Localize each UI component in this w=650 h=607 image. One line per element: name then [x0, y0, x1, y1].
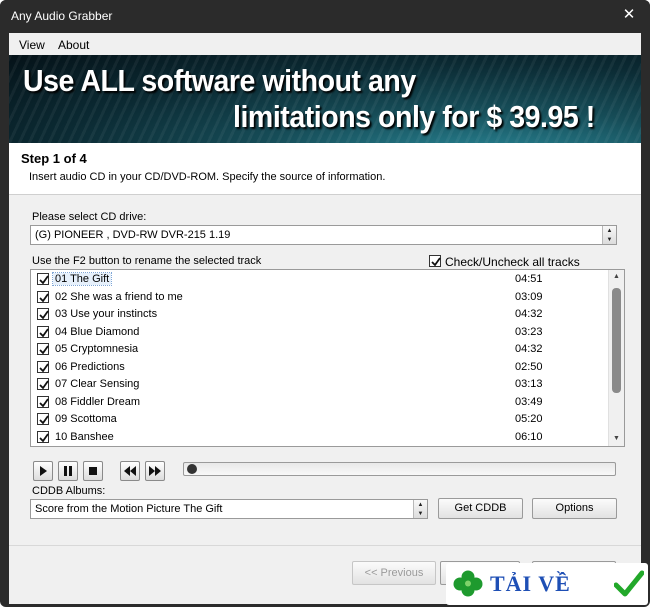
checkmark-icon — [614, 570, 644, 597]
track-row[interactable]: 04 Blue Diamond 03:23 — [31, 324, 609, 342]
track-checkbox[interactable] — [37, 395, 49, 408]
track-row[interactable]: 02 She was a friend to me 03:09 — [31, 289, 609, 307]
cddb-label: CDDB Albums: — [32, 485, 106, 497]
seek-slider[interactable] — [183, 462, 616, 476]
watermark: TẢI VỀ — [446, 563, 648, 605]
track-row[interactable]: 09 Scottoma 05:20 — [31, 411, 609, 429]
check-all-checkbox[interactable] — [429, 255, 441, 267]
track-row[interactable]: 08 Fiddler Dream 03:49 — [31, 394, 609, 412]
menu-about[interactable]: About — [58, 38, 89, 52]
track-checkbox[interactable] — [37, 430, 49, 443]
pause-icon — [64, 466, 72, 476]
fast-forward-icon — [149, 466, 161, 476]
track-duration: 04:32 — [515, 308, 543, 320]
banner-headline: Use ALL software without any — [23, 63, 416, 98]
spin-arrows-icon[interactable]: ▲ ▼ — [602, 226, 616, 244]
close-icon[interactable]: ✕ — [621, 7, 637, 23]
track-checkbox[interactable] — [37, 273, 49, 285]
track-duration: 06:10 — [515, 430, 543, 443]
track-duration: 04:32 — [515, 343, 543, 355]
track-name[interactable]: 06 Predictions — [55, 361, 125, 373]
client-area: View About Use ALL software without any … — [9, 33, 641, 604]
drive-select-value: (G) PIONEER , DVD-RW DVR-215 1.19 — [35, 229, 231, 241]
track-name[interactable]: 03 Use your instincts — [55, 308, 157, 320]
get-cddb-button[interactable]: Get CDDB — [438, 498, 523, 519]
menu-bar: View About — [9, 33, 641, 55]
track-checkbox[interactable] — [37, 290, 49, 303]
track-row[interactable]: 03 Use your instincts 04:32 — [31, 306, 609, 324]
window-title: Any Audio Grabber — [11, 9, 113, 23]
next-track-button[interactable] — [145, 461, 165, 481]
track-checkbox[interactable] — [37, 360, 49, 373]
cddb-album-value: Score from the Motion Picture The Gift — [35, 503, 223, 515]
play-icon — [40, 466, 47, 476]
track-duration: 03:23 — [515, 325, 543, 338]
watermark-text: TẢI VỀ — [490, 571, 571, 596]
track-duration: 02:50 — [515, 360, 543, 373]
previous-track-button[interactable] — [120, 461, 140, 481]
track-checkbox[interactable] — [37, 308, 49, 320]
menu-view[interactable]: View — [19, 38, 45, 52]
track-checkbox[interactable] — [37, 413, 49, 425]
app-window: Any Audio Grabber ✕ View About Use ALL s… — [0, 0, 650, 607]
scroll-up-icon[interactable]: ▲ — [609, 270, 624, 284]
track-duration: 03:13 — [515, 378, 543, 390]
step-header: Step 1 of 4 Insert audio CD in your CD/D… — [9, 143, 641, 195]
track-name[interactable]: 02 She was a friend to me — [55, 291, 183, 303]
track-name[interactable]: 07 Clear Sensing — [55, 378, 139, 390]
track-checkbox[interactable] — [37, 343, 49, 355]
promo-banner[interactable]: Use ALL software without any limitations… — [9, 55, 641, 143]
play-button[interactable] — [33, 461, 53, 481]
track-name[interactable]: 09 Scottoma — [55, 413, 117, 425]
stop-icon — [89, 467, 97, 475]
seek-knob[interactable] — [187, 464, 197, 474]
scroll-down-icon[interactable]: ▼ — [609, 432, 624, 446]
drive-select[interactable]: (G) PIONEER , DVD-RW DVR-215 1.19 ▲ ▼ — [30, 225, 617, 245]
rewind-icon — [124, 466, 136, 476]
banner-price-line: limitations only for $ 39.95 ! — [233, 99, 595, 134]
stop-button[interactable] — [83, 461, 103, 481]
step-description: Insert audio CD in your CD/DVD-ROM. Spec… — [29, 171, 386, 183]
track-row[interactable]: 07 Clear Sensing 03:13 — [31, 376, 609, 394]
track-duration: 03:09 — [515, 290, 543, 303]
track-row[interactable]: 10 Banshee 06:10 — [31, 429, 609, 447]
spin-arrows-icon[interactable]: ▲ ▼ — [413, 500, 427, 518]
track-row[interactable]: 01 The Gift 04:51 — [31, 271, 609, 289]
track-name[interactable]: 05 Cryptomnesia — [55, 343, 138, 355]
track-duration: 03:49 — [515, 395, 543, 408]
track-name[interactable]: 04 Blue Diamond — [55, 326, 139, 338]
pause-button[interactable] — [58, 461, 78, 481]
track-list[interactable]: 01 The Gift 04:51 02 She was a friend to m… — [30, 269, 625, 447]
track-row[interactable]: 06 Predictions 02:50 — [31, 359, 609, 377]
track-name[interactable]: 08 Fiddler Dream — [55, 396, 140, 408]
track-checkbox[interactable] — [37, 378, 49, 390]
track-name[interactable]: 10 Banshee — [55, 431, 114, 443]
step-title: Step 1 of 4 — [21, 151, 87, 166]
options-button[interactable]: Options — [532, 498, 617, 519]
track-row[interactable]: 05 Cryptomnesia 04:32 — [31, 341, 609, 359]
scroll-thumb[interactable] — [612, 288, 621, 393]
title-bar[interactable]: Any Audio Grabber ✕ — [0, 0, 650, 33]
previous-button[interactable]: << Previous — [352, 561, 436, 585]
track-list-scrollbar[interactable]: ▲ ▼ — [608, 270, 624, 446]
drive-label: Please select CD drive: — [32, 211, 147, 223]
check-all-label[interactable]: Check/Uncheck all tracks — [445, 255, 580, 269]
clover-icon — [453, 570, 483, 597]
tracks-hint: Use the F2 button to rename the selected… — [32, 255, 262, 267]
track-duration: 05:20 — [515, 413, 543, 425]
cddb-album-select[interactable]: Score from the Motion Picture The Gift ▲… — [30, 499, 428, 519]
track-checkbox[interactable] — [37, 325, 49, 338]
track-duration: 04:51 — [515, 273, 543, 285]
track-name[interactable]: 01 The Gift — [51, 272, 113, 286]
